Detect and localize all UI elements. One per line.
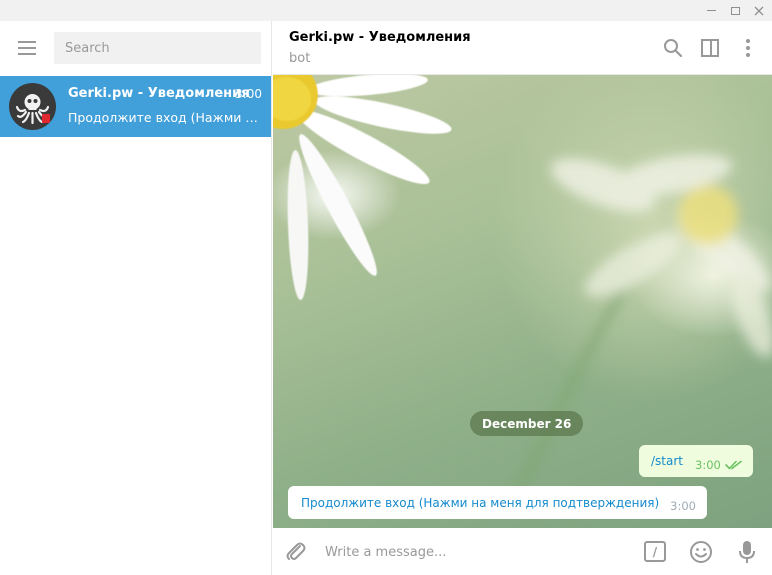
message-time: 3:00 [695,458,721,472]
composer: / [273,528,772,575]
incoming-message[interactable]: Продолжите вход (Нажми на меня для подтв… [288,486,707,519]
date-badge: December 26 [470,411,584,436]
maximize-icon [730,6,740,15]
minimize-icon [706,10,716,11]
minimize-button[interactable] [699,0,723,21]
avatar [9,83,56,130]
sidebar: Gerki.pw - Уведомления 3:00 Продолжите в… [0,21,272,575]
dialog-name: Gerki.pw - Уведомления [68,86,250,101]
peer-name[interactable]: Gerki.pw - Уведомления [289,30,471,45]
message-input[interactable] [325,541,625,563]
bot-command-button[interactable]: / [644,541,666,562]
dialog-item[interactable]: Gerki.pw - Уведомления 3:00 Продолжите в… [0,76,271,137]
peer-status: bot [289,51,311,66]
message-text[interactable]: /start [651,454,683,468]
microphone-icon[interactable] [735,539,759,565]
search-icon[interactable] [662,37,684,59]
dialog-preview: Продолжите вход (Нажми на меня для подтв… [68,110,263,125]
double-check-icon [725,460,742,470]
sidebar-toggle-icon[interactable] [699,37,721,59]
more-vertical-icon[interactable] [737,37,759,59]
dialog-time: 3:00 [235,87,262,101]
chat-header: Gerki.pw - Уведомления bot [273,21,772,75]
attach-icon[interactable] [283,539,307,563]
message-time: 3:00 [670,498,696,513]
outgoing-message[interactable]: /start 3:00 [639,445,753,477]
message-link[interactable]: Продолжите вход (Нажми на меня для подтв… [301,496,659,510]
hamburger-icon [18,41,36,43]
search-input[interactable] [54,32,261,64]
emoji-icon[interactable] [689,540,713,564]
skull-octopus-icon [15,94,50,125]
maximize-button[interactable] [723,0,747,21]
menu-button[interactable] [10,34,44,62]
chat-area: December 26 /start 3:00 Продолжите вход … [273,75,772,528]
close-icon [754,6,764,15]
title-bar [0,0,772,21]
bot-command-icon: / [652,544,658,559]
close-button[interactable] [747,0,771,21]
